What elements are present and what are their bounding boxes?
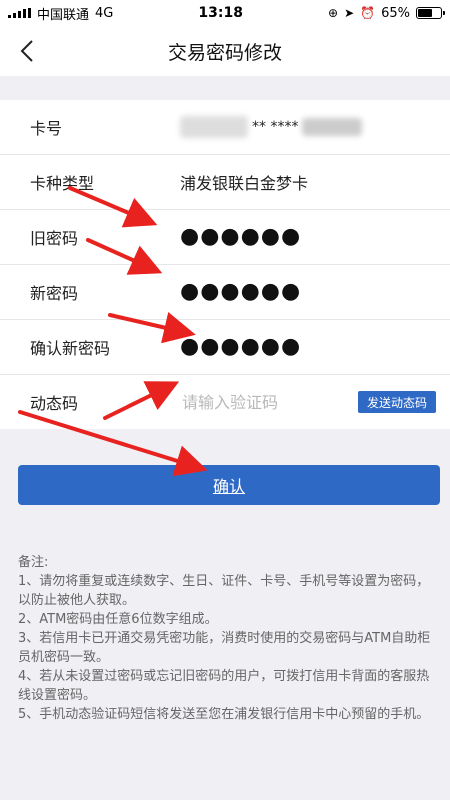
page-title: 交易密码修改 — [167, 41, 282, 64]
note-line: 4、若从未设置过密码或忘记旧密码的用户，可拨打信用卡背面的客服热线设置密码。 — [18, 669, 430, 703]
old-password-field[interactable]: ●●●●●● — [180, 226, 301, 248]
clock: 13:18 — [198, 5, 243, 21]
alarm-icon: ⏰ — [360, 6, 376, 20]
confirm-password-row: 确认新密码 ●●●●●● — [0, 320, 450, 375]
battery-icon — [416, 7, 445, 19]
confirm-password-field[interactable]: ●●●●●● — [180, 336, 301, 358]
note-line: 3、若信用卡已开通交易凭密功能，消费时使用的交易密码与ATM自助柜员机密码一致。 — [18, 631, 431, 665]
card-number-value: ** **** — [180, 116, 363, 138]
card-number-redacted-start — [180, 116, 248, 138]
new-password-field[interactable]: ●●●●●● — [180, 281, 301, 303]
verification-code-row: 动态码 发送动态码 — [0, 375, 450, 429]
battery-percent: 65% — [381, 5, 410, 21]
card-number-redacted-end — [302, 118, 363, 136]
confirm-button[interactable]: 确认 — [18, 465, 440, 505]
note-line: 1、请勿将重复或连续数字、生日、证件、卡号、手机号等设置为密码，以防止被他人获取… — [18, 574, 430, 608]
status-right: ⊕ ➤ ⏰ 65% — [328, 5, 445, 21]
card-type-value: 浦发银联白金梦卡 — [180, 174, 309, 193]
note-line: 2、ATM密码由任意6位数字组成。 — [18, 612, 218, 627]
old-password-label: 旧密码 — [30, 229, 79, 248]
location-icon: ➤ — [344, 6, 355, 20]
status-left: 中国联通 4G — [8, 4, 113, 23]
carrier-name: 中国联通 — [37, 7, 90, 23]
status-bar: 中国联通 4G 13:18 ⊕ ➤ ⏰ 65% — [0, 0, 450, 26]
notes-section: 备注: 1、请勿将重复或连续数字、生日、证件、卡号、手机号等设置为密码，以防止被… — [18, 553, 432, 724]
back-arrow-icon[interactable] — [14, 36, 44, 66]
card-number-row: 卡号 ** **** — [0, 100, 450, 155]
card-type-row: 卡种类型 浦发银联白金梦卡 — [0, 155, 450, 210]
send-code-button[interactable]: 发送动态码 — [357, 391, 436, 413]
old-password-row: 旧密码 ●●●●●● — [0, 210, 450, 265]
verification-code-label: 动态码 — [30, 394, 79, 413]
confirm-password-label: 确认新密码 — [30, 339, 111, 358]
rotation-lock-icon: ⊕ — [328, 6, 339, 20]
note-line: 5、手机动态验证码短信将发送至您在浦发银行信用卡中心预留的手机。 — [18, 707, 430, 722]
signal-icon — [8, 8, 31, 18]
card-number-label: 卡号 — [30, 119, 63, 138]
new-password-label: 新密码 — [30, 284, 79, 303]
nav-bar: 交易密码修改 — [0, 26, 450, 76]
network-type: 4G — [95, 5, 114, 21]
password-form: 卡号 ** **** 卡种类型 浦发银联白金梦卡 旧密码 ●●●●●● 新密码 … — [0, 100, 450, 429]
card-type-label: 卡种类型 — [30, 174, 95, 193]
notes-title: 备注: — [18, 555, 49, 570]
verification-code-input[interactable] — [180, 391, 334, 413]
new-password-row: 新密码 ●●●●●● — [0, 265, 450, 320]
